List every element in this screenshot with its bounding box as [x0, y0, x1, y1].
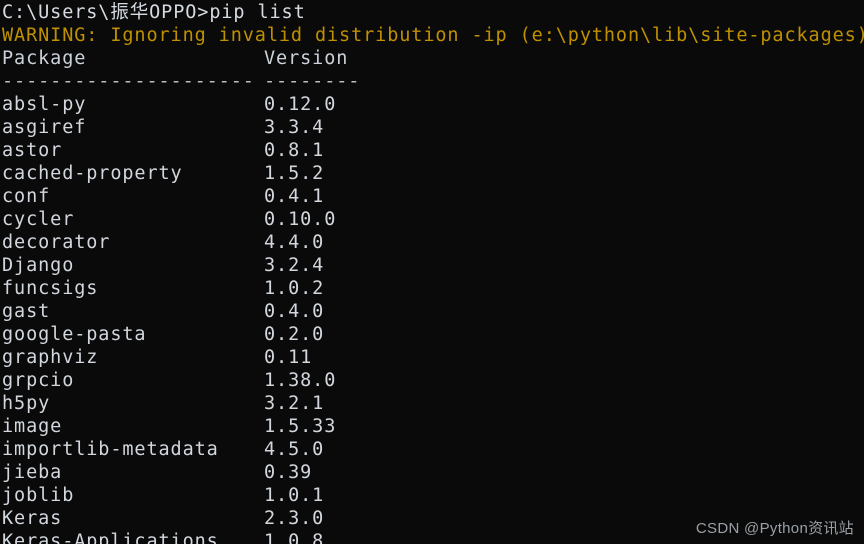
package-version: 0.4.0	[264, 301, 325, 322]
package-name: decorator	[2, 232, 111, 253]
table-row: gast 0.4.0	[2, 300, 864, 323]
separator-version: --------	[264, 71, 361, 92]
table-row: Django 3.2.4	[2, 254, 864, 277]
table-header-row: Package Version	[2, 47, 864, 70]
package-name: funcsigs	[2, 278, 99, 299]
package-name: Keras	[2, 508, 63, 529]
package-name: jieba	[2, 462, 63, 483]
package-version: 1.5.2	[264, 163, 325, 184]
package-version: 4.4.0	[264, 232, 325, 253]
prompt-line: C:\Users\振华OPPO>pip list	[2, 2, 306, 23]
package-version: 1.5.33	[264, 416, 337, 437]
table-row: funcsigs 1.0.2	[2, 277, 864, 300]
package-version: 0.12.0	[264, 94, 337, 115]
table-row: joblib 1.0.1	[2, 484, 864, 507]
table-row: cycler 0.10.0	[2, 208, 864, 231]
package-name: grpcio	[2, 370, 75, 391]
package-version: 0.2.0	[264, 324, 325, 345]
package-version: 0.8.1	[264, 140, 325, 161]
package-name: absl-py	[2, 94, 87, 115]
package-name: image	[2, 416, 63, 437]
package-name: asgiref	[2, 117, 87, 138]
package-version: 4.5.0	[264, 439, 325, 460]
package-name: Keras-Applications	[2, 531, 219, 544]
separator-package: ---------------------	[2, 71, 255, 92]
package-list: absl-py 0.12.0 asgiref 3.3.4 astor 0.8.1 cache…	[2, 93, 864, 544]
table-header-separator: --------------------- --------	[2, 70, 864, 93]
warning-line: WARNING: Ignoring invalid distribution -…	[2, 25, 864, 46]
table-row: grpcio 1.38.0	[2, 369, 864, 392]
package-version: 0.11	[264, 347, 313, 368]
package-name: google-pasta	[2, 324, 147, 345]
package-version: 3.2.1	[264, 393, 325, 414]
package-name: h5py	[2, 393, 51, 414]
watermark: CSDN @Python资讯站	[695, 520, 854, 537]
package-name: importlib-metadata	[2, 439, 219, 460]
package-version: 3.3.4	[264, 117, 325, 138]
package-name: graphviz	[2, 347, 99, 368]
table-row: cached-property 1.5.2	[2, 162, 864, 185]
column-header-package: Package	[2, 48, 87, 69]
package-name: astor	[2, 140, 63, 161]
table-row: image 1.5.33	[2, 415, 864, 438]
package-name: conf	[2, 186, 51, 207]
package-name: cached-property	[2, 163, 183, 184]
package-version: 0.10.0	[264, 209, 337, 230]
table-row: importlib-metadata 4.5.0	[2, 438, 864, 461]
package-name: Django	[2, 255, 75, 276]
package-version: 0.4.1	[264, 186, 325, 207]
package-version: 1.38.0	[264, 370, 337, 391]
package-name: cycler	[2, 209, 75, 230]
table-row: conf 0.4.1	[2, 185, 864, 208]
package-version: 0.39	[264, 462, 313, 483]
table-row: absl-py 0.12.0	[2, 93, 864, 116]
column-header-version: Version	[264, 48, 349, 69]
table-row: jieba 0.39	[2, 461, 864, 484]
table-row: decorator 4.4.0	[2, 231, 864, 254]
terminal-window[interactable]: C:\Users\振华OPPO>pip list WARNING: Ignori…	[0, 0, 864, 544]
package-name: joblib	[2, 485, 75, 506]
package-version: 1.0.1	[264, 485, 325, 506]
package-version: 1.0.2	[264, 278, 325, 299]
table-row: astor 0.8.1	[2, 139, 864, 162]
table-row: google-pasta 0.2.0	[2, 323, 864, 346]
package-version: 3.2.4	[264, 255, 325, 276]
terminal-screen[interactable]: C:\Users\振华OPPO>pip list WARNING: Ignori…	[2, 1, 864, 544]
table-row: h5py 3.2.1	[2, 392, 864, 415]
table-row: asgiref 3.3.4	[2, 116, 864, 139]
package-version: 1.0.8	[264, 531, 325, 544]
package-version: 2.3.0	[264, 508, 325, 529]
table-row: graphviz 0.11	[2, 346, 864, 369]
package-name: gast	[2, 301, 51, 322]
